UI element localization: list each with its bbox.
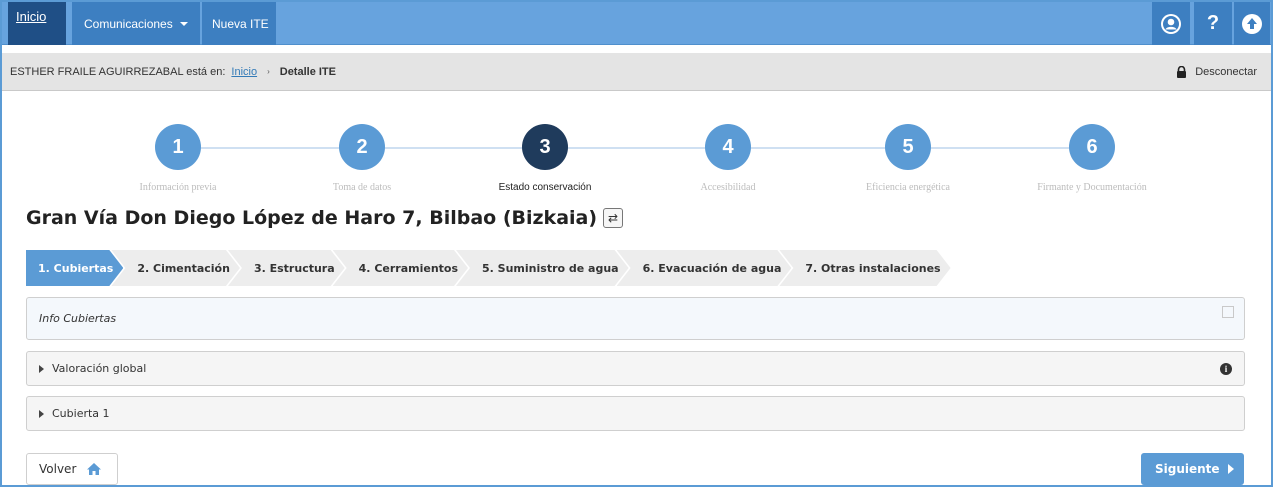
logout-button[interactable]: Desconectar — [1176, 53, 1257, 90]
info-panel-text: Info Cubiertas — [39, 312, 117, 325]
nav-comunicaciones-dropdown[interactable]: Comunicaciones — [72, 2, 200, 45]
tab-cerramientos[interactable]: 4. Cerramientos — [333, 250, 468, 286]
expand-icon[interactable] — [1222, 306, 1234, 318]
next-button-label: Siguiente — [1155, 462, 1220, 476]
tab-estructura[interactable]: 3. Estructura — [228, 250, 345, 286]
back-button-label: Volver — [39, 462, 77, 476]
page-title: Gran Vía Don Diego López de Haro 7, Bilb… — [26, 207, 624, 229]
step-number: 1 — [155, 124, 201, 170]
page-title-text: Gran Vía Don Diego López de Haro 7, Bilb… — [26, 207, 598, 229]
section-tabs: 1. Cubiertas 2. Cimentación 3. Estructur… — [26, 250, 939, 286]
valoracion-global-label: Valoración global — [52, 362, 147, 375]
breadcrumb-user: ESTHER FRAILE AGUIRREZABAL está en: — [10, 65, 226, 78]
step-number: 2 — [339, 124, 385, 170]
step-label: Toma de datos — [332, 182, 392, 193]
nav-nueva-ite-link[interactable]: Nueva ITE — [202, 2, 276, 45]
wizard-step-5[interactable]: 5 Eficiencia energética — [818, 124, 998, 193]
step-number: 6 — [1069, 124, 1115, 170]
tab-cimentacion[interactable]: 2. Cimentación — [111, 250, 240, 286]
help-icon[interactable]: ? — [1194, 2, 1232, 45]
top-navbar: Inicio Comunicaciones Nueva ITE ? — [2, 2, 1271, 45]
step-label: Estado conservación — [498, 182, 592, 193]
tab-evacuacion-agua[interactable]: 6. Evacuación de agua — [617, 250, 792, 286]
user-icon[interactable] — [1152, 2, 1190, 45]
caret-right-icon — [39, 364, 44, 373]
breadcrumb-separator: › — [267, 67, 270, 76]
valoracion-global-accordion[interactable]: Valoración global i — [26, 351, 1245, 386]
step-number: 3 — [522, 124, 568, 170]
tab-otras-instalaciones[interactable]: 7. Otras instalaciones — [779, 250, 950, 286]
back-button[interactable]: Volver — [26, 453, 118, 485]
home-icon — [87, 463, 102, 475]
wizard-step-3[interactable]: 3 Estado conservación — [455, 124, 635, 193]
breadcrumb-current: Detalle ITE — [279, 65, 336, 78]
tab-suministro-agua[interactable]: 5. Suministro de agua — [456, 250, 629, 286]
caret-right-icon — [1227, 464, 1234, 474]
cubierta-1-label: Cubierta 1 — [52, 407, 110, 420]
lock-icon — [1177, 65, 1187, 78]
app-window: Inicio Comunicaciones Nueva ITE ? ESTHER… — [0, 0, 1273, 487]
cubierta-1-accordion[interactable]: Cubierta 1 — [26, 396, 1245, 431]
info-icon[interactable]: i — [1220, 363, 1232, 375]
step-number: 5 — [885, 124, 931, 170]
nav-comunicaciones-label: Comunicaciones — [84, 16, 173, 31]
step-label: Accesibilidad — [700, 182, 756, 193]
step-label: Información previa — [139, 182, 217, 193]
nav-home-link[interactable]: Inicio — [8, 2, 66, 45]
step-label: Eficiencia energética — [866, 182, 950, 193]
step-number: 4 — [705, 124, 751, 170]
tab-cubiertas[interactable]: 1. Cubiertas — [26, 250, 123, 286]
caret-down-icon — [179, 21, 188, 26]
logout-label: Desconectar — [1195, 65, 1257, 78]
wizard-step-2[interactable]: 2 Toma de datos — [272, 124, 452, 193]
caret-right-icon — [39, 409, 44, 418]
step-label: Firmante y Documentación — [1037, 182, 1147, 193]
upload-icon[interactable] — [1234, 2, 1270, 45]
breadcrumb: ESTHER FRAILE AGUIRREZABAL está en: Inic… — [2, 53, 1271, 91]
breadcrumb-home-link[interactable]: Inicio — [231, 66, 257, 78]
wizard-step-1[interactable]: 1 Información previa — [88, 124, 268, 193]
wizard-step-4[interactable]: 4 Accesibilidad — [638, 124, 818, 193]
swap-icon[interactable]: ⇄ — [603, 208, 624, 228]
next-button[interactable]: Siguiente — [1141, 453, 1244, 485]
wizard-step-6[interactable]: 6 Firmante y Documentación — [1002, 124, 1182, 193]
info-panel: Info Cubiertas — [26, 297, 1245, 340]
